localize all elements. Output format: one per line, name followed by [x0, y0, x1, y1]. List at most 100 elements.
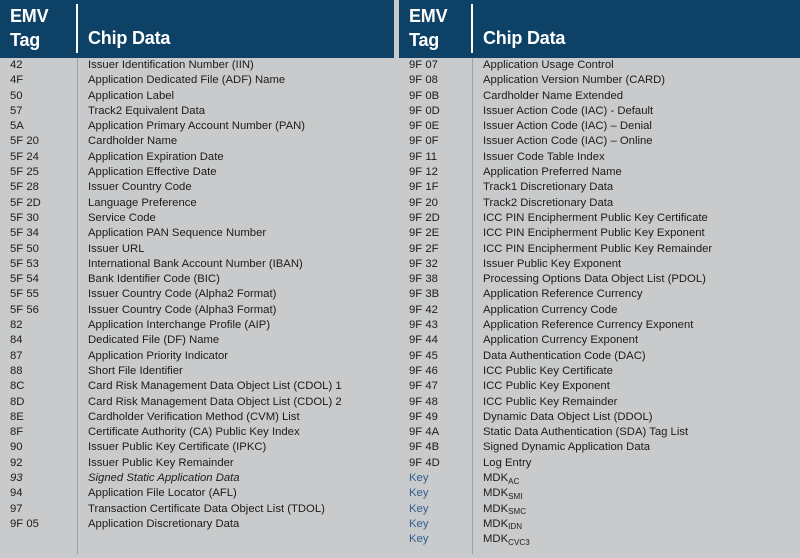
cell-emv-tag: 57: [10, 104, 23, 117]
cell-chip-data: Application Priority Indicator: [88, 349, 229, 362]
table-row: 9F 2D ICC PIN Encipherment Public Key Cer…: [399, 211, 800, 226]
chip-data-base: MDK: [483, 472, 509, 485]
cell-chip-data: Data Authentication Code (DAC): [483, 349, 646, 362]
chip-data-subscript: SMI: [508, 491, 523, 501]
cell-chip-data: Application PAN Sequence Number: [88, 227, 267, 240]
cell-emv-tag: Key: [409, 487, 429, 500]
table-row: 84 Dedicated File (DF) Name: [0, 333, 394, 348]
cell-chip-data: ICC PIN Encipherment Public Key Exponent: [483, 227, 705, 240]
cell-chip-data: Application Primary Account Number (PAN): [88, 120, 306, 133]
cell-chip-data: ICC Public Key Remainder: [483, 395, 618, 408]
chip-data-base: MDK: [483, 517, 509, 530]
cell-chip-data: Signed Static Application Data: [88, 472, 240, 485]
table-row: 50 Application Label: [0, 89, 394, 104]
cell-chip-data: Issuer Code Table Index: [483, 150, 605, 163]
chip-data-subscript: IDN: [508, 522, 523, 532]
header-emv-tag-line2: Tag: [10, 30, 41, 50]
table-row: Key MDKAC: [399, 471, 800, 486]
table-row: 5F 28 Issuer Country Code: [0, 180, 394, 195]
table-body-left: 42 Issuer Identification Number (IIN) 4F Ap…: [0, 58, 394, 558]
cell-chip-data: Issuer Action Code (IAC) – Online: [483, 135, 653, 148]
cell-emv-tag: 5F 50: [10, 242, 39, 255]
cell-emv-tag: 5F 34: [10, 227, 39, 240]
table-row: Key MDKSMC: [399, 502, 800, 517]
cell-emv-tag: 5F 56: [10, 303, 39, 316]
table-row: 9F 2F ICC PIN Encipherment Public Key Rem…: [399, 242, 800, 257]
cell-chip-data: Issuer Identification Number (IIN): [88, 59, 254, 71]
table-row: 9F 07 Application Usage Control: [399, 58, 800, 73]
cell-emv-tag: 9F 44: [409, 334, 438, 347]
cell-emv-tag: 5F 25: [10, 166, 39, 179]
header-emv-tag-line1: EMV: [10, 6, 49, 26]
table-row: 5F 54 Bank Identifier Code (BIC): [0, 272, 394, 287]
cell-emv-tag: 9F 2E: [409, 227, 440, 240]
table-row: 8D Card Risk Management Data Object List …: [0, 395, 394, 410]
table-row: 5F 30 Service Code: [0, 211, 394, 226]
cell-chip-data: ICC PIN Encipherment Public Key Certific…: [483, 211, 708, 224]
table-row: 9F 4D Log Entry: [399, 456, 800, 471]
cell-chip-data: Issuer Action Code (IAC) - Default: [483, 104, 654, 117]
table-row: 94 Application File Locator (AFL): [0, 486, 394, 501]
cell-chip-data: Cardholder Name: [88, 135, 178, 148]
table-row: 4F Application Dedicated File (ADF) Name: [0, 73, 394, 88]
cell-chip-data: International Bank Account Number (IBAN): [88, 257, 303, 270]
header-emv-tag-right: EMV Tag: [399, 0, 471, 56]
table-row: 9F 42 Application Currency Code: [399, 303, 800, 318]
cell-emv-tag: 9F 07: [409, 59, 438, 71]
table-row: 9F 1F Track1 Discretionary Data: [399, 180, 800, 195]
rows-right: 9F 07 Application Usage Control 9F 08 Appli…: [399, 58, 800, 548]
table-row: 8C Card Risk Management Data Object List …: [0, 379, 394, 394]
cell-emv-tag: 5F 30: [10, 211, 39, 224]
cell-emv-tag: 5F 24: [10, 150, 39, 163]
cell-chip-data: MDKSMI: [472, 486, 800, 501]
cell-chip-data: Dedicated File (DF) Name: [88, 334, 220, 347]
table-row: 9F 49 Dynamic Data Object List (DDOL): [399, 410, 800, 425]
cell-emv-tag: 5F 55: [10, 288, 39, 301]
cell-chip-data: MDKCVC3: [472, 532, 800, 547]
cell-emv-tag: 8C: [10, 380, 25, 393]
table-row: 5F 25 Application Effective Date: [0, 165, 394, 180]
cell-emv-tag: 8D: [10, 395, 25, 408]
cell-chip-data: Card Risk Management Data Object List (C…: [88, 380, 342, 393]
cell-chip-data: Language Preference: [88, 196, 197, 209]
table-row: 88 Short File Identifier: [0, 364, 394, 379]
table-row: 9F 0E Issuer Action Code (IAC) – Denial: [399, 119, 800, 134]
cell-emv-tag: 9F 4D: [409, 456, 440, 469]
cell-chip-data: Track1 Discretionary Data: [483, 181, 614, 194]
cell-emv-tag: Key: [409, 533, 429, 546]
table-row: 5F 24 Application Expiration Date: [0, 150, 394, 165]
cell-emv-tag: 9F 0B: [409, 89, 440, 102]
cell-chip-data: Certificate Authority (CA) Public Key In…: [88, 426, 300, 439]
table-row: 9F 2E ICC PIN Encipherment Public Key Exp…: [399, 226, 800, 241]
emv-tag-reference-page: EMV Tag Chip Data 42 Issuer Identificatio…: [0, 0, 800, 558]
header-emv-tag-line1: EMV: [409, 6, 448, 26]
cell-chip-data: Issuer URL: [88, 242, 145, 255]
cell-emv-tag: 84: [10, 334, 23, 347]
cell-emv-tag: Key: [409, 472, 429, 485]
table-row: 5F 56 Issuer Country Code (Alpha3 Format): [0, 303, 394, 318]
table-row: 9F 0F Issuer Action Code (IAC) – Online: [399, 134, 800, 149]
header-chip-data-left: Chip Data: [88, 28, 171, 48]
cell-chip-data: Application Currency Exponent: [483, 334, 639, 347]
table-row: 9F 11 Issuer Code Table Index: [399, 150, 800, 165]
table-row: 9F 3B Application Reference Currency: [399, 287, 800, 302]
cell-emv-tag: 8E: [10, 410, 24, 423]
cell-chip-data: Transaction Certificate Data Object List…: [88, 502, 325, 515]
cell-chip-data: Cardholder Verification Method (CVM) Lis…: [88, 410, 300, 423]
cell-chip-data: ICC Public Key Certificate: [483, 364, 613, 377]
cell-chip-data: Application Dedicated File (ADF) Name: [88, 74, 286, 87]
cell-emv-tag: 97: [10, 502, 23, 515]
cell-emv-tag: 5A: [10, 120, 24, 133]
cell-chip-data: Application Interchange Profile (AIP): [88, 319, 271, 332]
cell-emv-tag: 9F 1F: [409, 181, 439, 194]
cell-emv-tag: 9F 3B: [409, 288, 440, 301]
cell-chip-data: Short File Identifier: [88, 364, 183, 377]
cell-chip-data: Application Discretionary Data: [88, 517, 240, 530]
cell-chip-data: Processing Options Data Object List (PDO…: [483, 273, 706, 286]
table-row: 5F 55 Issuer Country Code (Alpha2 Format): [0, 287, 394, 302]
cell-emv-tag: 9F 20: [409, 196, 438, 209]
cell-chip-data: Issuer Country Code (Alpha3 Format): [88, 303, 277, 316]
table-row: 5F 50 Issuer URL: [0, 242, 394, 257]
cell-emv-tag: 90: [10, 441, 23, 454]
chip-data-subscript: SMC: [508, 507, 527, 517]
